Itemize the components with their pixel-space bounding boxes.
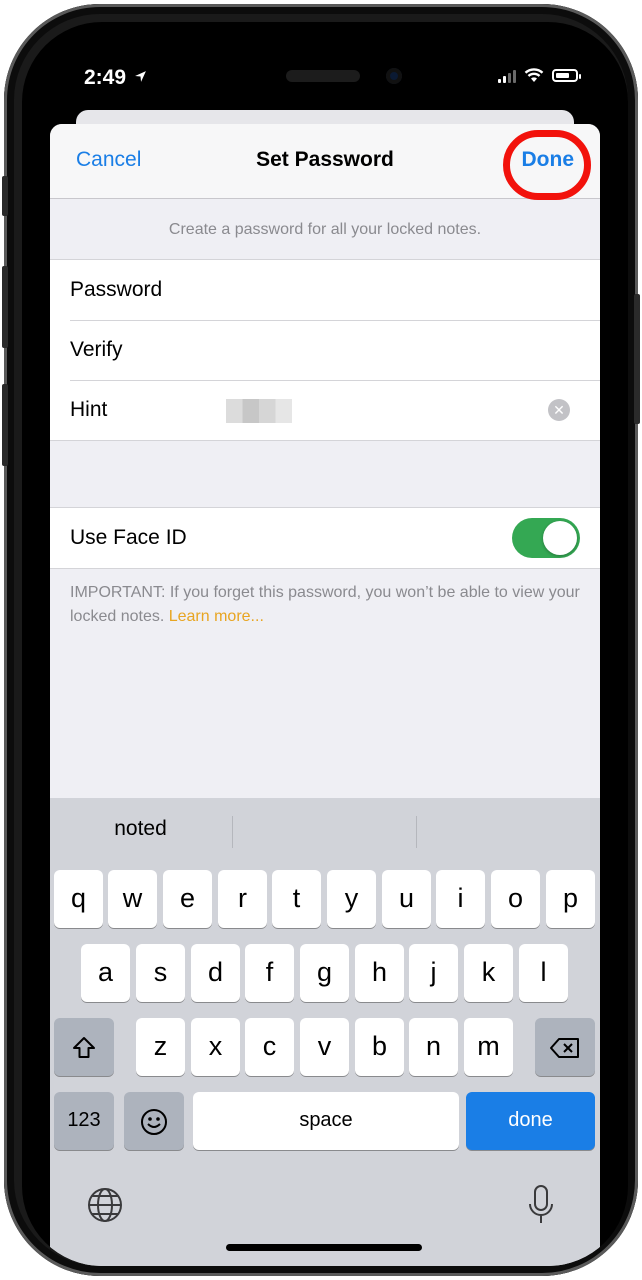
suggestion-3[interactable] — [417, 798, 600, 860]
status-indicators — [498, 68, 581, 83]
delete-key[interactable] — [535, 1018, 595, 1076]
shift-key[interactable] — [54, 1018, 114, 1076]
face-id-row: Use Face ID — [50, 508, 600, 568]
face-id-toggle[interactable] — [512, 518, 580, 558]
key-m[interactable]: m — [464, 1018, 513, 1076]
learn-more-link[interactable]: Learn more... — [169, 608, 264, 625]
suggestion-1[interactable]: noted — [50, 798, 231, 860]
key-k[interactable]: k — [464, 944, 513, 1002]
key-p[interactable]: p — [546, 870, 595, 928]
delete-icon — [550, 1037, 579, 1058]
home-indicator[interactable] — [226, 1244, 422, 1251]
verify-field[interactable]: Verify — [50, 320, 600, 380]
key-f[interactable]: f — [245, 944, 294, 1002]
key-c[interactable]: c — [245, 1018, 294, 1076]
done-key[interactable]: done — [466, 1092, 595, 1150]
suggestion-2[interactable] — [233, 798, 416, 860]
key-x[interactable]: x — [191, 1018, 240, 1076]
front-camera — [386, 68, 402, 84]
key-j[interactable]: j — [409, 944, 458, 1002]
key-i[interactable]: i — [436, 870, 485, 928]
battery-icon — [552, 69, 581, 82]
numbers-key[interactable]: 123 — [54, 1092, 114, 1150]
emoji-icon — [141, 1108, 167, 1135]
key-e[interactable]: e — [163, 870, 212, 928]
key-a[interactable]: a — [81, 944, 130, 1002]
set-password-sheet: Cancel Set Password Done Create a passwo… — [50, 124, 600, 1266]
keyboard: noted q w e r t y u i o p a s d f g h j … — [50, 798, 600, 1266]
key-w[interactable]: w — [108, 870, 157, 928]
side-button — [634, 294, 640, 424]
emoji-key[interactable] — [124, 1092, 184, 1150]
status-time: 2:49 — [84, 66, 147, 90]
wifi-icon — [524, 68, 544, 82]
verify-label: Verify — [70, 338, 123, 361]
screen: 2:49 Cancel Set Password Done Create a p… — [22, 22, 628, 1266]
hint-value-redacted — [226, 399, 292, 423]
highlight-circle — [503, 130, 591, 200]
shift-icon — [73, 1036, 95, 1058]
key-n[interactable]: n — [409, 1018, 458, 1076]
silent-switch — [2, 176, 8, 216]
globe-icon[interactable] — [86, 1186, 124, 1224]
key-h[interactable]: h — [355, 944, 404, 1002]
predictive-bar: noted — [50, 798, 600, 860]
toggle-knob — [543, 521, 577, 555]
microphone-icon[interactable] — [526, 1184, 556, 1226]
phone-frame: 2:49 Cancel Set Password Done Create a p… — [2, 4, 640, 1276]
clear-icon[interactable]: ✕ — [548, 399, 570, 421]
key-q[interactable]: q — [54, 870, 103, 928]
instruction-caption: Create a password for all your locked no… — [168, 221, 482, 238]
key-d[interactable]: d — [191, 944, 240, 1002]
volume-down-button — [2, 384, 8, 466]
speaker-grille — [286, 70, 360, 82]
key-l[interactable]: l — [519, 944, 568, 1002]
face-id-section: Use Face ID — [50, 507, 600, 569]
footnote-text: IMPORTANT: If you forget this password, … — [70, 584, 580, 625]
key-r[interactable]: r — [218, 870, 267, 928]
navigation-bar: Cancel Set Password Done — [50, 124, 600, 200]
key-u[interactable]: u — [382, 870, 431, 928]
hint-label: Hint — [70, 398, 108, 421]
key-v[interactable]: v — [300, 1018, 349, 1076]
key-s[interactable]: s — [136, 944, 185, 1002]
key-b[interactable]: b — [355, 1018, 404, 1076]
space-key[interactable]: space — [193, 1092, 459, 1150]
location-arrow-icon — [134, 71, 146, 82]
password-fields: Password Verify Hint ✕ — [50, 259, 600, 441]
password-label: Password — [70, 278, 163, 301]
key-o[interactable]: o — [491, 870, 540, 928]
password-field[interactable]: Password — [50, 260, 600, 320]
key-t[interactable]: t — [272, 870, 321, 928]
footnote: IMPORTANT: If you forget this password, … — [50, 569, 600, 629]
face-id-label: Use Face ID — [70, 526, 187, 549]
volume-up-button — [2, 266, 8, 348]
signal-icon — [498, 69, 516, 83]
key-z[interactable]: z — [136, 1018, 185, 1076]
key-g[interactable]: g — [300, 944, 349, 1002]
key-y[interactable]: y — [327, 870, 376, 928]
hint-field[interactable]: Hint ✕ — [50, 380, 600, 440]
